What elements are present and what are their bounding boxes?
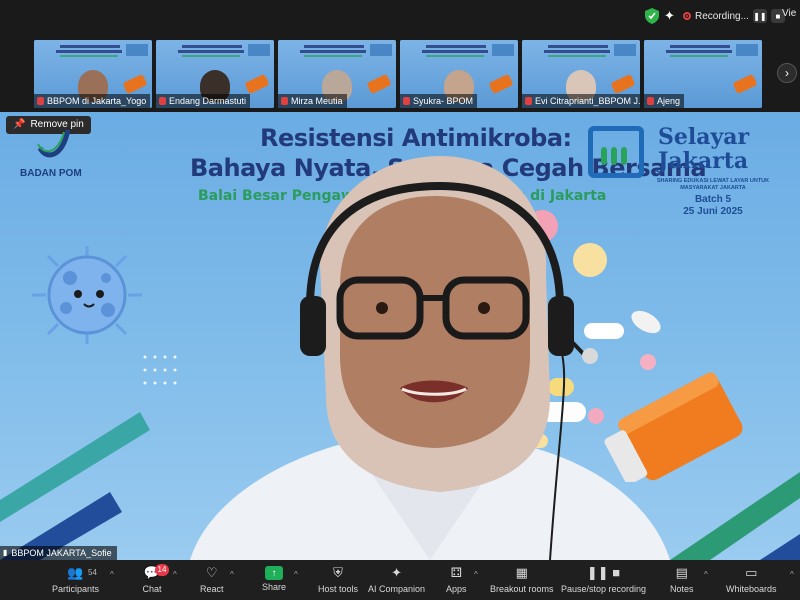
whiteboards-chevron-up-icon[interactable]: ^ [790, 570, 794, 579]
whiteboard-icon: ▭ [745, 565, 758, 580]
breakout-rooms-label: Breakout rooms [490, 584, 554, 594]
muted-mic-icon [281, 97, 288, 105]
participants-count: 54 [88, 568, 97, 577]
notes-chevron-up-icon[interactable]: ^ [704, 570, 708, 579]
pinned-video[interactable]: 📌 Remove pin BADAN POM Resistensi Antimi… [0, 112, 800, 560]
muted-mic-icon [647, 97, 654, 105]
badan-pom-swoosh-icon [37, 129, 71, 158]
top-bar: ✦ Recording... ❚❚ ■ Vie [0, 0, 800, 32]
recording-label: Recording... [695, 10, 749, 22]
signal-bars-icon: ▮ [3, 548, 8, 557]
participant-name: BBPOM di Jakarta_Yogo [47, 96, 147, 106]
view-button[interactable]: Vie [782, 8, 796, 19]
chat-unread-badge: 14 [155, 564, 169, 576]
next-page-chevron-icon[interactable]: › [777, 63, 797, 83]
ai-sparkle-icon[interactable]: ✦ [664, 8, 678, 24]
share-chevron-up-icon[interactable]: ^ [294, 570, 298, 579]
participant-name: Ajeng [657, 96, 681, 106]
apps-icon: ⚃ [450, 565, 462, 580]
slide-title-line1: Resistensi Antimikroba: [260, 124, 572, 152]
participant-thumbnail[interactable]: Ajeng [644, 40, 762, 108]
participants-icon: 👥 [67, 565, 84, 580]
apps-label: Apps [446, 584, 467, 594]
muted-mic-icon [159, 97, 166, 105]
ai-companion-button[interactable]: ✦ AI Companion [368, 564, 425, 598]
chat-label: Chat [142, 584, 162, 594]
participants-label: Participants [52, 584, 100, 594]
chat-chevron-up-icon[interactable]: ^ [173, 570, 177, 579]
breakout-rooms-button[interactable]: ▦ Breakout rooms [490, 564, 554, 598]
meeting-toolbar: 👥 Participants 54 ^ 💬 Chat 14 ^ ♡ React … [0, 560, 800, 600]
whiteboards-button[interactable]: ▭ Whiteboards [726, 564, 777, 598]
pause-recording-icon[interactable]: ❚❚ [752, 9, 767, 23]
muted-mic-icon [37, 97, 44, 105]
pause-stop-recording-button[interactable]: ❚❚ ■ Pause/stop recording [561, 564, 646, 598]
host-tools-label: Host tools [318, 584, 359, 594]
participants-chevron-up-icon[interactable]: ^ [110, 570, 114, 579]
badan-pom-text: BADAN POM [20, 168, 82, 179]
participant-name: Syukra- BPOM [413, 96, 474, 106]
shield-icon: ⛨ [333, 565, 343, 580]
notes-icon: ▤ [675, 565, 688, 580]
recording-indicator[interactable]: Recording... ❚❚ ■ [683, 6, 785, 26]
ai-companion-label: AI Companion [368, 584, 426, 594]
participant-name: Evi Citraprianti_BBPOM J... [535, 96, 640, 106]
host-tools-button[interactable]: ⛨ Host tools [318, 564, 358, 598]
selayar-brand-line1: Selayar [658, 124, 750, 150]
grid-icon: ▦ [515, 565, 528, 580]
share-label: Share [262, 582, 287, 592]
zoom-meeting-window: ✦ Recording... ❚❚ ■ Vie BBPOM di Jakarta… [0, 0, 800, 600]
react-chevron-up-icon[interactable]: ^ [230, 570, 234, 579]
apps-chevron-up-icon[interactable]: ^ [474, 570, 478, 579]
decorative-ribbons [0, 412, 150, 560]
speaker-name-tag: ▮ BBPOM JAKARTA_Sofie [0, 546, 117, 560]
participant-thumbnail[interactable]: Syukra- BPOM [400, 40, 518, 108]
participant-thumbnail[interactable]: BBPOM di Jakarta_Yogo [34, 40, 152, 108]
speaker-name: BBPOM JAKARTA_Sofie [11, 548, 112, 558]
react-button[interactable]: ♡ React [200, 564, 224, 598]
participant-name: Endang Darmastuti [169, 96, 247, 106]
participant-name: Mirza Meutia [291, 96, 343, 106]
whiteboards-label: Whiteboards [726, 584, 777, 594]
speaker-video [190, 156, 670, 560]
heart-icon: ♡ [205, 565, 218, 580]
recording-dot-icon [683, 12, 691, 20]
germ-mascot-illustration [32, 246, 142, 344]
participant-thumbnail[interactable]: Endang Darmastuti [156, 40, 274, 108]
notes-button[interactable]: ▤ Notes [670, 564, 694, 598]
participant-thumbnail[interactable]: Mirza Meutia [278, 40, 396, 108]
pause-stop-recording-label: Pause/stop recording [561, 584, 647, 594]
muted-mic-icon [403, 97, 410, 105]
muted-mic-icon [525, 97, 532, 105]
security-shield-icon[interactable] [645, 8, 659, 24]
pause-stop-icon: ❚❚ ■ [586, 565, 621, 580]
share-button[interactable]: ↑ Share [262, 564, 286, 598]
ai-sparkle-icon: ✦ [391, 565, 402, 580]
share-arrow-icon: ↑ [265, 566, 284, 580]
react-label: React [200, 584, 224, 594]
notes-label: Notes [670, 584, 694, 594]
participant-thumbnail-strip: BBPOM di Jakarta_Yogo Endang Darmastuti … [0, 32, 800, 112]
apps-button[interactable]: ⚃ Apps [446, 564, 467, 598]
participant-thumbnail[interactable]: Evi Citraprianti_BBPOM J... [522, 40, 640, 108]
